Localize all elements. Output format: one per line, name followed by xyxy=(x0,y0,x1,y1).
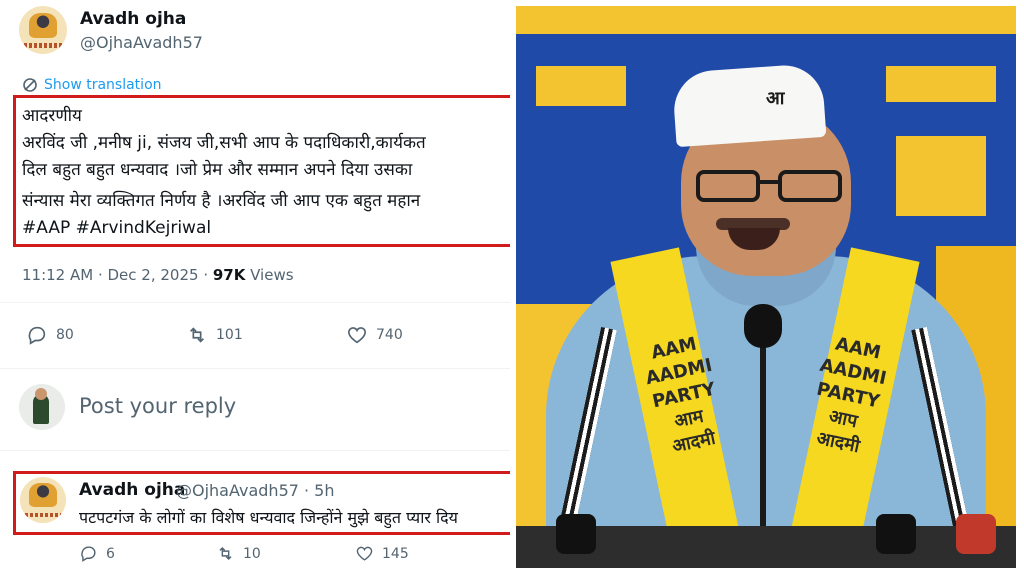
translate-icon xyxy=(23,78,37,92)
reply-reply-button[interactable]: 6 xyxy=(79,544,115,563)
reply-author-name[interactable]: Avadh ojha xyxy=(79,480,185,500)
desk-microphone xyxy=(876,514,916,554)
retweet-count: 101 xyxy=(216,327,243,343)
glasses xyxy=(696,170,842,202)
reply-retweet-button[interactable]: 10 xyxy=(216,544,261,563)
retweet-button[interactable]: 101 xyxy=(186,324,243,346)
avatar-portrait xyxy=(29,483,57,508)
backdrop-letter xyxy=(536,66,626,106)
avatar-caption xyxy=(24,512,62,518)
reply-retweet-count: 10 xyxy=(243,545,261,562)
like-count: 740 xyxy=(376,327,403,343)
reply-like-button[interactable]: 145 xyxy=(355,544,409,563)
tweet-panel: Avadh ojha @OjhaAvadh57 Show translation… xyxy=(0,0,510,575)
author-handle[interactable]: @OjhaAvadh57 xyxy=(80,33,203,52)
reply-author-avatar[interactable] xyxy=(20,477,66,523)
reply-like-count: 145 xyxy=(382,545,409,562)
like-icon xyxy=(347,327,367,344)
desk-microphone xyxy=(956,514,996,554)
like-icon xyxy=(356,546,373,561)
divider xyxy=(0,450,510,451)
reply-icon xyxy=(28,326,46,345)
tweet-hashtags[interactable]: #AAP #ArvindKejriwal xyxy=(22,218,211,238)
avatar-figure-head xyxy=(35,388,47,400)
gandhi-cap xyxy=(671,62,827,148)
show-translation-label: Show translation xyxy=(44,77,162,93)
reply-author-handle[interactable]: @OjhaAvadh57 · 5h xyxy=(176,481,335,500)
show-translation-link[interactable]: Show translation xyxy=(22,77,162,93)
divider xyxy=(0,368,510,369)
user-avatar[interactable] xyxy=(19,384,65,430)
avatar-caption xyxy=(23,43,63,49)
retweet-icon xyxy=(189,327,205,343)
backdrop-letter xyxy=(886,66,996,102)
author-name[interactable]: Avadh ojha xyxy=(80,9,186,29)
retweet-icon xyxy=(219,546,232,561)
microphone xyxy=(744,304,782,348)
cap-text: आ xyxy=(766,88,785,109)
tweet-line-2: अरविंद जी ,मनीष ji, संजय जी,सभी आप के पद… xyxy=(22,133,426,153)
tweet-line-3: दिल बहुत बहुत धन्यवाद ।जो प्रेम और सम्मा… xyxy=(22,160,413,180)
reply-icon xyxy=(81,546,96,562)
tweet-time[interactable]: 11:12 AM · Dec 2, 2025 · xyxy=(22,266,213,284)
divider xyxy=(0,302,510,303)
reply-reply-count: 6 xyxy=(106,545,115,562)
backdrop-letter xyxy=(896,136,986,216)
tweet-timestamp: 11:12 AM · Dec 2, 2025 · 97K Views xyxy=(22,266,294,284)
reply-button[interactable]: 80 xyxy=(26,324,74,346)
reply-text: पटपटगंज के लोगों का विशेष धन्यवाद जिन्हो… xyxy=(79,508,458,527)
avatar-portrait xyxy=(28,12,58,38)
press-conference-photo: आ AAM AADMI PARTY आम आदमी AAM AADMI PART… xyxy=(516,6,1016,568)
tweet-line-1: आदरणीय xyxy=(22,106,82,126)
tweet-views-label: Views xyxy=(245,266,294,284)
reply-count: 80 xyxy=(56,327,74,343)
tweet-views-count: 97K xyxy=(212,266,246,284)
author-avatar[interactable] xyxy=(19,6,67,54)
reply-input[interactable]: Post your reply xyxy=(79,394,236,418)
tweet-line-4: संन्यास मेरा व्यक्तिगत निर्णय है ।अरविंद… xyxy=(22,191,421,211)
desk-microphone xyxy=(556,514,596,554)
like-button[interactable]: 740 xyxy=(346,324,403,346)
